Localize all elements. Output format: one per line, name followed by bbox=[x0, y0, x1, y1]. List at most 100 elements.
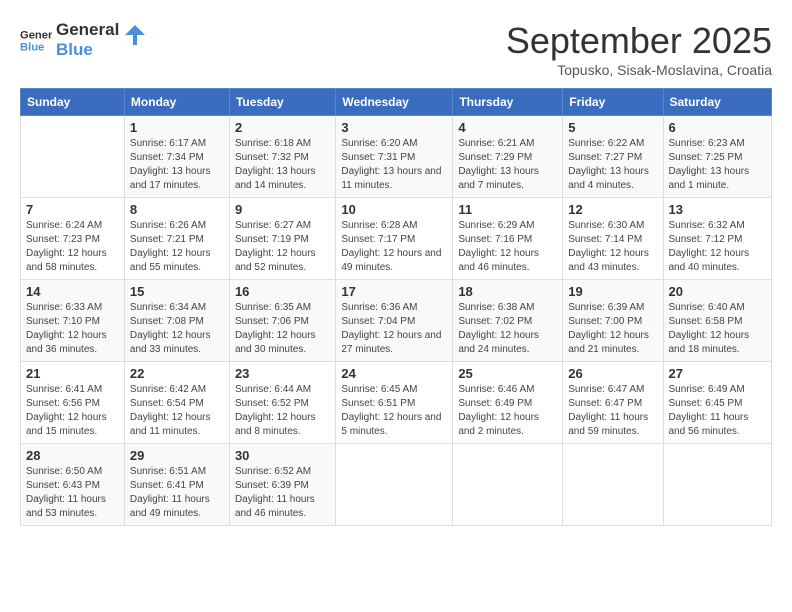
day-info: Sunrise: 6:49 AMSunset: 6:45 PMDaylight:… bbox=[669, 383, 767, 439]
day-info: Sunrise: 6:46 AMSunset: 6:49 PMDaylight:… bbox=[458, 383, 557, 439]
day-info: Sunrise: 6:34 AMSunset: 7:08 PMDaylight:… bbox=[130, 301, 224, 357]
day-number: 21 bbox=[26, 366, 119, 381]
day-info: Sunrise: 6:28 AMSunset: 7:17 PMDaylight:… bbox=[341, 219, 447, 275]
calendar-cell: 7 Sunrise: 6:24 AMSunset: 7:23 PMDaylight… bbox=[21, 198, 125, 280]
day-info: Sunrise: 6:50 AMSunset: 6:43 PMDaylight:… bbox=[26, 465, 119, 521]
weekday-header-thursday: Thursday bbox=[453, 89, 563, 116]
day-number: 19 bbox=[568, 284, 657, 299]
day-number: 11 bbox=[458, 202, 557, 217]
day-info: Sunrise: 6:47 AMSunset: 6:47 PMDaylight:… bbox=[568, 383, 657, 439]
weekday-header-sunday: Sunday bbox=[21, 89, 125, 116]
day-number: 14 bbox=[26, 284, 119, 299]
week-row-4: 21 Sunrise: 6:41 AMSunset: 6:56 PMDayligh… bbox=[21, 362, 772, 444]
day-number: 3 bbox=[341, 120, 447, 135]
svg-text:General: General bbox=[20, 30, 52, 42]
weekday-header-friday: Friday bbox=[563, 89, 663, 116]
day-number: 28 bbox=[26, 448, 119, 463]
day-number: 30 bbox=[235, 448, 330, 463]
calendar-cell: 28 Sunrise: 6:50 AMSunset: 6:43 PMDayligh… bbox=[21, 444, 125, 526]
day-number: 26 bbox=[568, 366, 657, 381]
weekday-header-monday: Monday bbox=[124, 89, 229, 116]
day-info: Sunrise: 6:18 AMSunset: 7:32 PMDaylight:… bbox=[235, 137, 330, 193]
weekday-header-saturday: Saturday bbox=[663, 89, 772, 116]
day-info: Sunrise: 6:40 AMSunset: 6:58 PMDaylight:… bbox=[669, 301, 767, 357]
day-number: 4 bbox=[458, 120, 557, 135]
day-info: Sunrise: 6:20 AMSunset: 7:31 PMDaylight:… bbox=[341, 137, 447, 193]
calendar-cell: 13Sunrise: 6:32 AMSunset: 7:12 PMDayligh… bbox=[663, 198, 772, 280]
calendar-cell: 6Sunrise: 6:23 AMSunset: 7:25 PMDaylight… bbox=[663, 116, 772, 198]
day-number: 15 bbox=[130, 284, 224, 299]
day-info: Sunrise: 6:30 AMSunset: 7:14 PMDaylight:… bbox=[568, 219, 657, 275]
day-info: Sunrise: 6:24 AMSunset: 7:23 PMDaylight:… bbox=[26, 219, 119, 275]
calendar-cell: 26 Sunrise: 6:47 AMSunset: 6:47 PMDayligh… bbox=[563, 362, 663, 444]
day-info: Sunrise: 6:21 AMSunset: 7:29 PMDaylight:… bbox=[458, 137, 557, 193]
day-number: 29 bbox=[130, 448, 224, 463]
day-info: Sunrise: 6:52 AMSunset: 6:39 PMDaylight:… bbox=[235, 465, 330, 521]
calendar-cell: 30 Sunrise: 6:52 AMSunset: 6:39 PMDayligh… bbox=[229, 444, 335, 526]
day-number: 5 bbox=[568, 120, 657, 135]
day-number: 24 bbox=[341, 366, 447, 381]
calendar-cell: 5Sunrise: 6:22 AMSunset: 7:27 PMDaylight… bbox=[563, 116, 663, 198]
calendar-cell: 27Sunrise: 6:49 AMSunset: 6:45 PMDayligh… bbox=[663, 362, 772, 444]
day-info: Sunrise: 6:33 AMSunset: 7:10 PMDaylight:… bbox=[26, 301, 119, 357]
day-info: Sunrise: 6:44 AMSunset: 6:52 PMDaylight:… bbox=[235, 383, 330, 439]
calendar-cell bbox=[663, 444, 772, 526]
calendar-cell bbox=[453, 444, 563, 526]
day-number: 25 bbox=[458, 366, 557, 381]
calendar-cell bbox=[336, 444, 453, 526]
calendar-cell: 23 Sunrise: 6:44 AMSunset: 6:52 PMDayligh… bbox=[229, 362, 335, 444]
day-number: 1 bbox=[130, 120, 224, 135]
day-number: 16 bbox=[235, 284, 330, 299]
day-number: 9 bbox=[235, 202, 330, 217]
page-header: General Blue General Blue September 2025… bbox=[20, 20, 772, 78]
day-number: 13 bbox=[669, 202, 767, 217]
month-title: September 2025 bbox=[506, 20, 772, 62]
calendar-cell: 29 Sunrise: 6:51 AMSunset: 6:41 PMDayligh… bbox=[124, 444, 229, 526]
day-number: 22 bbox=[130, 366, 224, 381]
calendar-cell: 18Sunrise: 6:38 AMSunset: 7:02 PMDayligh… bbox=[453, 280, 563, 362]
day-number: 12 bbox=[568, 202, 657, 217]
day-info: Sunrise: 6:27 AMSunset: 7:19 PMDaylight:… bbox=[235, 219, 330, 275]
calendar-cell bbox=[563, 444, 663, 526]
calendar-cell: 10 Sunrise: 6:28 AMSunset: 7:17 PMDayligh… bbox=[336, 198, 453, 280]
day-info: Sunrise: 6:17 AMSunset: 7:34 PMDaylight:… bbox=[130, 137, 224, 193]
week-row-3: 14 Sunrise: 6:33 AMSunset: 7:10 PMDayligh… bbox=[21, 280, 772, 362]
calendar-cell: 3 Sunrise: 6:20 AMSunset: 7:31 PMDaylight… bbox=[336, 116, 453, 198]
day-number: 2 bbox=[235, 120, 330, 135]
logo-text-line1: General bbox=[56, 20, 119, 40]
day-info: Sunrise: 6:29 AMSunset: 7:16 PMDaylight:… bbox=[458, 219, 557, 275]
svg-text:Blue: Blue bbox=[20, 42, 44, 54]
calendar-cell: 8Sunrise: 6:26 AMSunset: 7:21 PMDaylight… bbox=[124, 198, 229, 280]
day-number: 18 bbox=[458, 284, 557, 299]
calendar-cell: 14 Sunrise: 6:33 AMSunset: 7:10 PMDayligh… bbox=[21, 280, 125, 362]
logo: General Blue General Blue bbox=[20, 20, 145, 61]
calendar-cell: 4 Sunrise: 6:21 AMSunset: 7:29 PMDaylight… bbox=[453, 116, 563, 198]
day-info: Sunrise: 6:42 AMSunset: 6:54 PMDaylight:… bbox=[130, 383, 224, 439]
day-number: 17 bbox=[341, 284, 447, 299]
weekday-header-wednesday: Wednesday bbox=[336, 89, 453, 116]
day-number: 7 bbox=[26, 202, 119, 217]
weekday-header-tuesday: Tuesday bbox=[229, 89, 335, 116]
calendar-cell: 24Sunrise: 6:45 AMSunset: 6:51 PMDayligh… bbox=[336, 362, 453, 444]
day-info: Sunrise: 6:41 AMSunset: 6:56 PMDaylight:… bbox=[26, 383, 119, 439]
calendar-cell: 11 Sunrise: 6:29 AMSunset: 7:16 PMDayligh… bbox=[453, 198, 563, 280]
calendar-cell: 17Sunrise: 6:36 AMSunset: 7:04 PMDayligh… bbox=[336, 280, 453, 362]
calendar-cell bbox=[21, 116, 125, 198]
day-info: Sunrise: 6:26 AMSunset: 7:21 PMDaylight:… bbox=[130, 219, 224, 275]
day-info: Sunrise: 6:23 AMSunset: 7:25 PMDaylight:… bbox=[669, 137, 767, 193]
week-row-5: 28 Sunrise: 6:50 AMSunset: 6:43 PMDayligh… bbox=[21, 444, 772, 526]
calendar-cell: 9 Sunrise: 6:27 AMSunset: 7:19 PMDaylight… bbox=[229, 198, 335, 280]
week-row-1: 1 Sunrise: 6:17 AMSunset: 7:34 PMDaylight… bbox=[21, 116, 772, 198]
weekday-header-row: SundayMondayTuesdayWednesdayThursdayFrid… bbox=[21, 89, 772, 116]
day-info: Sunrise: 6:35 AMSunset: 7:06 PMDaylight:… bbox=[235, 301, 330, 357]
calendar-cell: 22 Sunrise: 6:42 AMSunset: 6:54 PMDayligh… bbox=[124, 362, 229, 444]
day-info: Sunrise: 6:51 AMSunset: 6:41 PMDaylight:… bbox=[130, 465, 224, 521]
calendar-cell: 1 Sunrise: 6:17 AMSunset: 7:34 PMDaylight… bbox=[124, 116, 229, 198]
title-block: September 2025 Topusko, Sisak-Moslavina,… bbox=[506, 20, 772, 78]
calendar-table: SundayMondayTuesdayWednesdayThursdayFrid… bbox=[20, 88, 772, 526]
day-number: 10 bbox=[341, 202, 447, 217]
day-number: 23 bbox=[235, 366, 330, 381]
calendar-cell: 19Sunrise: 6:39 AMSunset: 7:00 PMDayligh… bbox=[563, 280, 663, 362]
logo-arrow-icon bbox=[125, 25, 145, 45]
calendar-cell: 21 Sunrise: 6:41 AMSunset: 6:56 PMDayligh… bbox=[21, 362, 125, 444]
